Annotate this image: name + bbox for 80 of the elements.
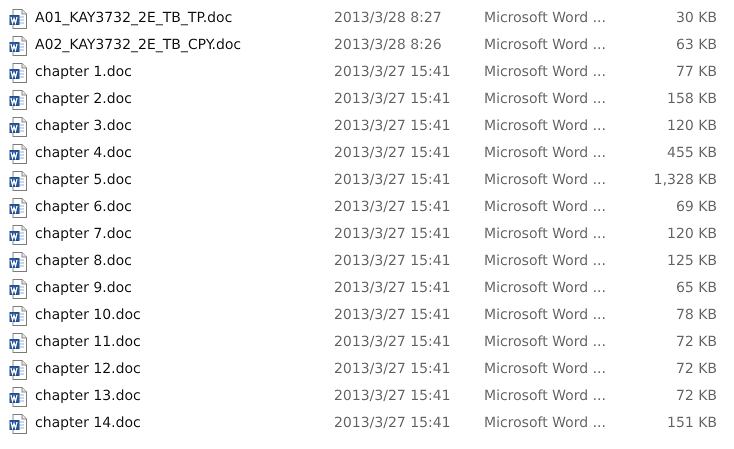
word-document-icon [9, 360, 27, 380]
word-document-icon [9, 170, 27, 190]
date-modified: 2013/3/28 8:26 [334, 36, 443, 55]
date-modified: 2013/3/27 15:41 [334, 171, 452, 190]
file-size: 158 KB [666, 90, 717, 109]
date-modified: 2013/3/27 15:41 [334, 333, 452, 352]
file-name: chapter 9.doc [35, 279, 133, 298]
date-modified: 2013/3/27 15:41 [334, 387, 452, 406]
file-name: chapter 14.doc [35, 414, 142, 433]
file-type: Microsoft Word ... [484, 171, 607, 190]
file-type: Microsoft Word ... [484, 9, 607, 28]
file-type: Microsoft Word ... [484, 279, 607, 298]
file-name: chapter 1.doc [35, 63, 133, 82]
date-modified: 2013/3/27 15:41 [334, 225, 452, 244]
date-modified: 2013/3/27 15:41 [334, 63, 452, 82]
file-name: chapter 10.doc [35, 306, 142, 325]
date-modified: 2013/3/27 15:41 [334, 306, 452, 325]
file-size: 77 KB [674, 63, 717, 82]
word-document-icon [9, 306, 27, 326]
file-name: chapter 7.doc [35, 225, 133, 244]
file-size: 1,328 KB [652, 171, 717, 190]
word-document-icon [9, 252, 27, 272]
word-document-icon [9, 332, 27, 352]
date-modified: 2013/3/27 15:41 [334, 414, 452, 433]
word-document-icon [9, 224, 27, 244]
file-type: Microsoft Word ... [484, 144, 607, 163]
file-type: Microsoft Word ... [484, 198, 607, 217]
date-modified: 2013/3/27 15:41 [334, 117, 452, 136]
file-size: 151 KB [666, 414, 717, 433]
word-document-icon [9, 36, 27, 56]
date-modified: 2013/3/27 15:41 [334, 279, 452, 298]
file-name: chapter 13.doc [35, 387, 142, 406]
file-name: chapter 2.doc [35, 90, 133, 109]
date-modified: 2013/3/27 15:41 [334, 90, 452, 109]
word-document-icon [9, 386, 27, 406]
file-type: Microsoft Word ... [484, 387, 607, 406]
file-name: chapter 12.doc [35, 360, 142, 379]
file-type: Microsoft Word ... [484, 306, 607, 325]
file-size: 65 KB [674, 279, 717, 298]
word-document-icon [9, 278, 27, 298]
file-name: chapter 3.doc [35, 117, 133, 136]
file-size: 69 KB [674, 198, 717, 217]
file-name: chapter 6.doc [35, 198, 133, 217]
date-modified: 2013/3/28 8:27 [334, 9, 443, 28]
file-type: Microsoft Word ... [484, 63, 607, 82]
word-document-icon [9, 144, 27, 164]
file-type: Microsoft Word ... [484, 117, 607, 136]
date-modified: 2013/3/27 15:41 [334, 144, 452, 163]
file-size: 120 KB [666, 225, 717, 244]
file-size: 455 KB [666, 144, 717, 163]
date-modified: 2013/3/27 15:41 [334, 252, 452, 271]
file-name: A02_KAY3732_2E_TB_CPY.doc [35, 36, 242, 55]
file-name: chapter 4.doc [35, 144, 133, 163]
file-name: chapter 8.doc [35, 252, 133, 271]
file-size: 72 KB [674, 333, 717, 352]
word-document-icon [9, 414, 27, 434]
word-document-icon [9, 116, 27, 136]
file-type: Microsoft Word ... [484, 36, 607, 55]
file-size: 125 KB [666, 252, 717, 271]
file-size: 72 KB [674, 387, 717, 406]
file-size: 120 KB [666, 117, 717, 136]
word-document-icon [9, 8, 27, 28]
file-type: Microsoft Word ... [484, 333, 607, 352]
file-size: 30 KB [674, 9, 717, 28]
file-type: Microsoft Word ... [484, 225, 607, 244]
file-size: 78 KB [674, 306, 717, 325]
file-name: A01_KAY3732_2E_TB_TP.doc [35, 9, 234, 28]
file-type: Microsoft Word ... [484, 252, 607, 271]
file-type: Microsoft Word ... [484, 360, 607, 379]
file-name: chapter 5.doc [35, 171, 133, 190]
file-size: 72 KB [674, 360, 717, 379]
word-document-icon [9, 62, 27, 82]
date-modified: 2013/3/27 15:41 [334, 360, 452, 379]
word-document-icon [9, 198, 27, 218]
word-document-icon [9, 90, 27, 110]
date-modified: 2013/3/27 15:41 [334, 198, 452, 217]
file-type: Microsoft Word ... [484, 90, 607, 109]
file-size: 63 KB [674, 36, 717, 55]
file-name: chapter 11.doc [35, 333, 142, 352]
file-type: Microsoft Word ... [484, 414, 607, 433]
